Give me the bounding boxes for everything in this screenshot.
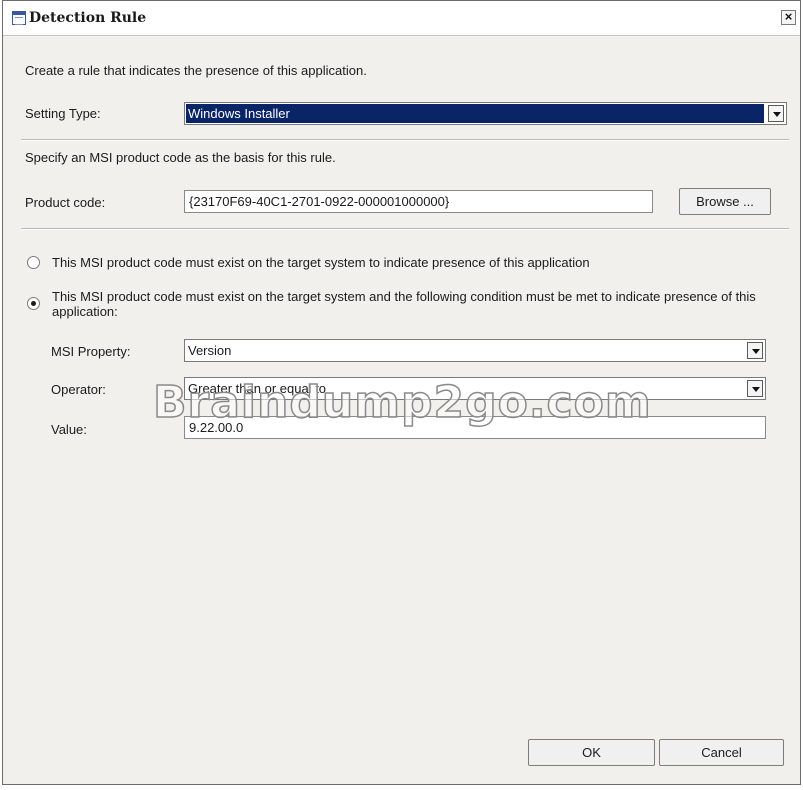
radio-exist-only-label[interactable]: This MSI product code must exist on the … [52,255,590,270]
divider [21,139,789,141]
cancel-button[interactable]: Cancel [659,739,784,766]
chevron-down-icon[interactable] [747,342,763,359]
msi-instruction-text: Specify an MSI product code as the basis… [25,150,336,165]
msi-property-dropdown[interactable]: Version [184,339,766,362]
dialog-icon [12,11,26,25]
value-label: Value: [51,422,87,437]
title-bar[interactable]: Detection Rule × [3,1,800,36]
browse-button[interactable]: Browse ... [679,188,771,215]
intro-text: Create a rule that indicates the presenc… [25,63,367,78]
setting-type-dropdown[interactable]: Windows Installer [184,102,787,125]
product-code-value: {23170F69-40C1-2701-0922-000001000000} [189,194,450,209]
product-code-label: Product code: [25,195,106,210]
dialog-title: Detection Rule [29,10,147,26]
setting-type-value: Windows Installer [188,106,290,121]
detection-rule-dialog: Detection Rule × Create a rule that indi… [2,0,801,785]
radio-exist-only[interactable] [27,256,40,269]
chevron-down-icon[interactable] [768,105,784,122]
operator-label: Operator: [51,382,106,397]
product-code-input[interactable]: {23170F69-40C1-2701-0922-000001000000} [184,190,653,213]
chevron-down-icon[interactable] [747,380,763,397]
close-icon[interactable]: × [781,10,796,25]
watermark-text: Braindump2go.com [152,376,652,429]
ok-button[interactable]: OK [528,739,655,766]
radio-exist-condition-label[interactable]: This MSI product code must exist on the … [52,289,787,319]
msi-property-value: Version [188,343,232,358]
radio-exist-condition[interactable] [27,297,40,310]
divider [21,228,789,230]
setting-type-label: Setting Type: [25,106,101,121]
msi-property-label: MSI Property: [51,344,131,359]
